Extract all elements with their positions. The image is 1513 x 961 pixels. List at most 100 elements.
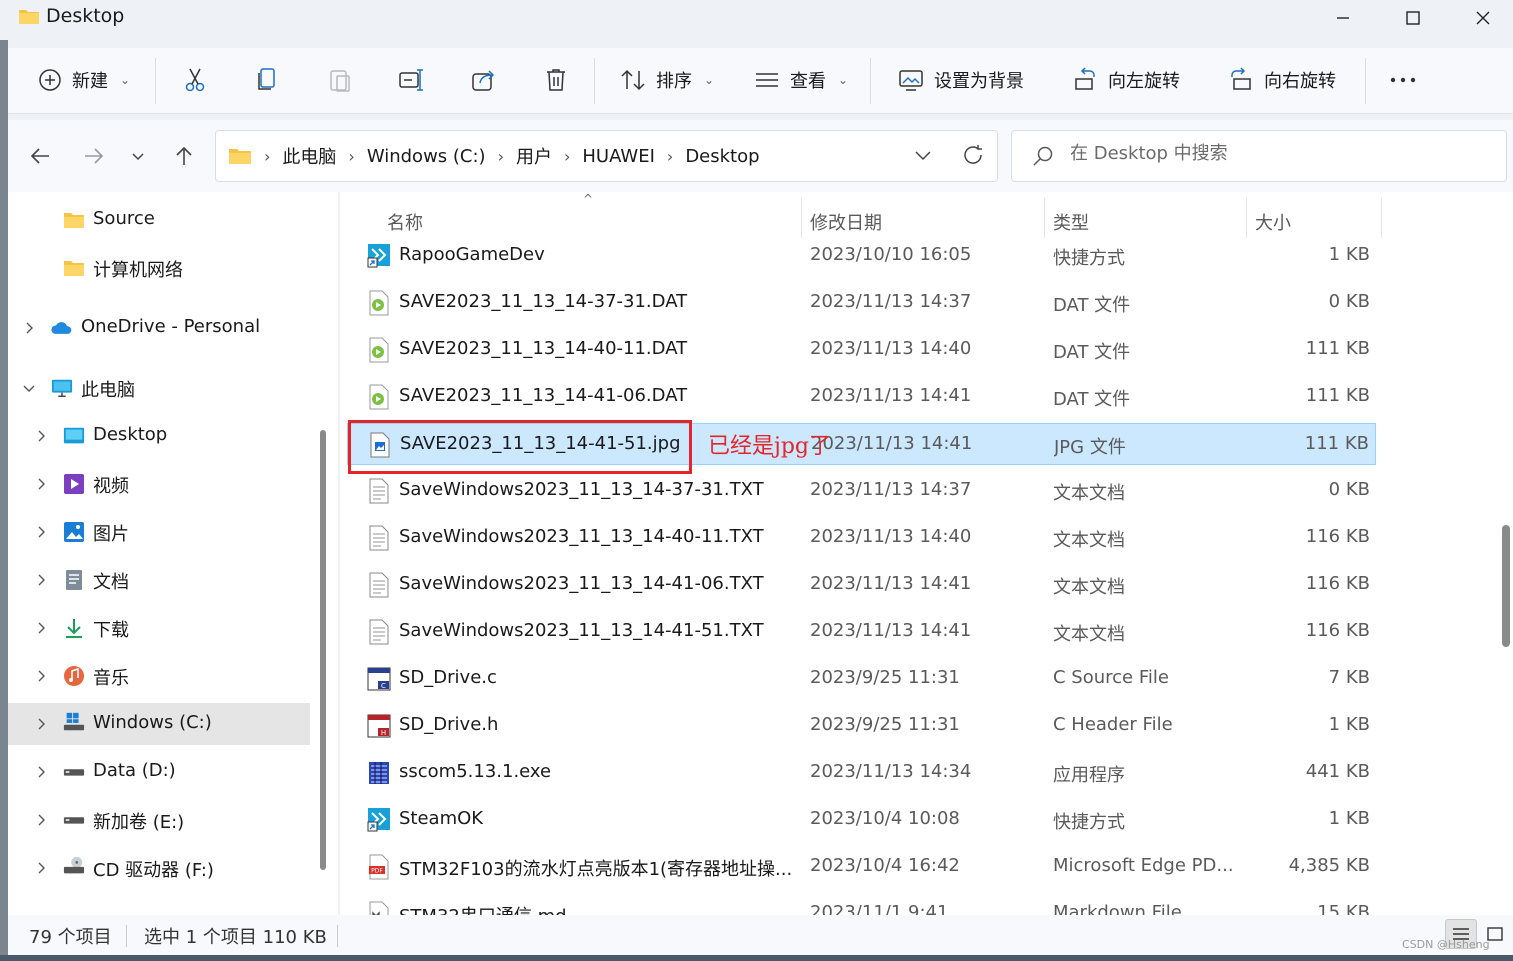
close-button[interactable]: [1448, 0, 1513, 36]
chevron-right-icon[interactable]: [34, 429, 48, 443]
more-options-button[interactable]: [1388, 60, 1418, 100]
sidebar-scrollbar[interactable]: [320, 430, 326, 870]
breadcrumb-item[interactable]: HUAWEI: [582, 146, 655, 167]
status-divider: [337, 925, 338, 947]
rename-button[interactable]: [398, 60, 426, 100]
sidebar-item-pictures[interactable]: 图片: [8, 511, 310, 553]
breadcrumb-separator: ›: [348, 146, 355, 166]
search-input[interactable]: [1070, 143, 1490, 164]
chevron-right-icon[interactable]: [34, 525, 48, 539]
file-date: 2023/11/13 14:41: [811, 433, 973, 454]
file-row[interactable]: PDF STM32F103的流水灯点亮版本1(寄存器地址操... 2023/10/4…: [347, 846, 1376, 888]
file-list-scrollbar[interactable]: [1502, 525, 1510, 647]
rotate-right-button[interactable]: 向右旋转: [1228, 60, 1336, 100]
text-file-icon: [367, 619, 391, 645]
sidebar-item-data-d[interactable]: Data (D:): [8, 751, 310, 793]
copy-button[interactable]: [256, 60, 278, 100]
breadcrumb-separator: ›: [666, 146, 674, 166]
file-row[interactable]: STM32串口通信.md 2023/11/1 9:41 Markdown File 1…: [347, 893, 1376, 915]
chevron-down-icon: ⌄: [120, 73, 131, 87]
share-button[interactable]: [471, 60, 497, 100]
sidebar-item-onedrive[interactable]: OneDrive - Personal: [8, 307, 310, 349]
file-row[interactable]: C SD_Drive.c 2023/9/25 11:31 C Source File 7…: [347, 658, 1376, 700]
column-divider[interactable]: [1381, 198, 1382, 238]
chevron-right-icon[interactable]: [34, 669, 48, 683]
maximize-button[interactable]: [1378, 0, 1448, 36]
file-row[interactable]: SteamOK 2023/10/4 10:08 快捷方式 1 KB: [347, 799, 1376, 841]
sidebar-item-this-pc[interactable]: 此电脑: [8, 367, 310, 409]
column-divider[interactable]: [801, 198, 802, 238]
chevron-down-icon[interactable]: [22, 381, 36, 395]
file-row[interactable]: sscom5.13.1.exe 2023/11/13 14:34 应用程序 441 K…: [347, 752, 1376, 794]
file-row[interactable]: SAVE2023_11_13_14-41-06.DAT 2023/11/13 14…: [347, 376, 1376, 418]
file-row[interactable]: RapooGameDev 2023/10/10 16:05 快捷方式 1 KB: [347, 235, 1376, 277]
windows-drive-icon: [63, 712, 85, 731]
sidebar-item-network-folder[interactable]: 计算机网络: [8, 247, 310, 289]
file-row[interactable]: SaveWindows2023_11_13_14-37-31.TXT 2023/1…: [347, 470, 1376, 512]
address-history-button[interactable]: [913, 145, 933, 170]
sidebar-item-source[interactable]: Source: [8, 199, 310, 241]
set-background-button[interactable]: 设置为背景: [898, 60, 1024, 100]
forward-button[interactable]: [78, 140, 110, 172]
file-name: SAVE2023_11_13_14-40-11.DAT: [399, 338, 688, 359]
column-divider[interactable]: [1044, 198, 1045, 238]
breadcrumb-item[interactable]: Windows (C:): [367, 146, 486, 167]
cut-button[interactable]: [183, 60, 207, 100]
column-header-label: 类型: [1053, 213, 1089, 234]
new-button[interactable]: 新建 ⌄: [38, 60, 130, 100]
sidebar-item-downloads[interactable]: 下载: [8, 607, 310, 649]
sidebar-item-documents[interactable]: 文档: [8, 559, 310, 601]
search-box[interactable]: [1011, 130, 1507, 182]
sidebar-item-music[interactable]: 音乐: [8, 655, 310, 697]
minimize-button[interactable]: [1308, 0, 1378, 36]
sort-label: 排序: [656, 71, 692, 92]
breadcrumb-item[interactable]: 用户: [516, 143, 552, 169]
chevron-right-icon[interactable]: [34, 765, 48, 779]
view-button[interactable]: 查看 ⌄: [754, 60, 848, 100]
file-type: 快捷方式: [1053, 248, 1125, 269]
sidebar-item-cd-drive-f[interactable]: CD 驱动器 (F:): [8, 847, 310, 889]
file-date: 2023/11/13 14:41: [810, 573, 972, 594]
file-row[interactable]: H SD_Drive.h 2023/9/25 11:31 C Header File 1…: [347, 705, 1376, 747]
chevron-right-icon[interactable]: [34, 813, 48, 827]
rotate-left-button[interactable]: 向左旋转: [1072, 60, 1180, 100]
text-file-icon: [367, 525, 391, 551]
chevron-right-icon[interactable]: [34, 477, 48, 491]
toolbar-divider: [155, 58, 156, 104]
column-divider[interactable]: [1246, 198, 1247, 238]
sidebar-item-label: 图片: [93, 524, 129, 545]
markdown-icon: [367, 901, 391, 915]
chevron-right-icon[interactable]: [34, 717, 48, 731]
sidebar-item-label: 计算机网络: [93, 260, 183, 281]
file-row[interactable]: SaveWindows2023_11_13_14-41-06.TXT 2023/1…: [347, 564, 1376, 606]
recent-locations-button[interactable]: [122, 140, 154, 172]
up-button[interactable]: [168, 140, 200, 172]
file-row[interactable]: SaveWindows2023_11_13_14-41-51.TXT 2023/1…: [347, 611, 1376, 653]
chevron-right-icon[interactable]: [34, 621, 48, 635]
back-button[interactable]: [24, 140, 56, 172]
sidebar-item-desktop[interactable]: Desktop: [8, 415, 310, 457]
file-row[interactable]: SAVE2023_11_13_14-40-11.DAT 2023/11/13 14…: [347, 329, 1376, 371]
delete-button[interactable]: [544, 60, 568, 100]
breadcrumb-item[interactable]: 此电脑: [282, 143, 336, 169]
file-name: SAVE2023_11_13_14-41-06.DAT: [399, 385, 688, 406]
breadcrumb-item[interactable]: Desktop: [685, 146, 759, 167]
paste-button[interactable]: [328, 60, 352, 100]
chevron-right-icon[interactable]: [22, 321, 36, 335]
address-bar[interactable]: › 此电脑 › Windows (C:) › 用户 › HUAWEI › Des…: [215, 130, 998, 182]
refresh-button[interactable]: [961, 143, 985, 172]
sidebar-item-videos[interactable]: 视频: [8, 463, 310, 505]
file-list: 名称 ^ 修改日期 类型 大小 RapooGameDev 2023/10/10 1…: [340, 192, 1513, 915]
file-name: SD_Drive.c: [399, 667, 497, 688]
file-type: Microsoft Edge PD...: [1053, 855, 1234, 876]
toolbar-divider: [870, 58, 871, 104]
sort-button[interactable]: 排序 ⌄: [620, 60, 714, 100]
chevron-down-icon: [132, 153, 144, 161]
chevron-right-icon[interactable]: [34, 573, 48, 587]
file-size: 0 KB: [1328, 479, 1370, 500]
file-row[interactable]: SAVE2023_11_13_14-37-31.DAT 2023/11/13 14…: [347, 282, 1376, 324]
sidebar-item-windows-c[interactable]: Windows (C:): [8, 703, 310, 745]
sidebar-item-new-volume-e[interactable]: 新加卷 (E:): [8, 799, 310, 841]
file-row[interactable]: SaveWindows2023_11_13_14-40-11.TXT 2023/1…: [347, 517, 1376, 559]
chevron-right-icon[interactable]: [34, 861, 48, 875]
